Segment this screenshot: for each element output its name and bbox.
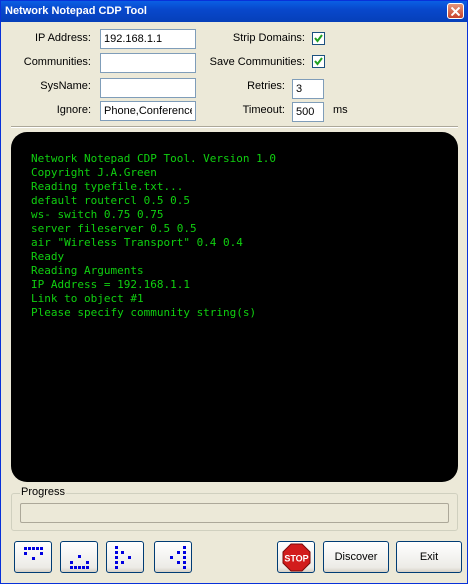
- checkmark-icon: [314, 57, 323, 66]
- close-icon: [451, 7, 460, 16]
- sysname-label: SysName:: [40, 80, 91, 92]
- timeout-input[interactable]: [292, 102, 324, 122]
- layout-right-button[interactable]: [154, 541, 192, 573]
- console-line: Reading typefile.txt...: [31, 180, 184, 193]
- ignore-input[interactable]: [100, 101, 196, 121]
- timeout-unit: ms: [333, 104, 348, 116]
- sysname-input[interactable]: [100, 78, 196, 98]
- divider: [11, 126, 458, 128]
- communities-input[interactable]: [100, 53, 196, 73]
- title-bar: Network Notepad CDP Tool: [1, 1, 467, 22]
- console-line: Please specify community string(s): [31, 306, 257, 319]
- save-communities-label: Save Communities:: [209, 56, 305, 68]
- layout-top-icon: [24, 547, 43, 560]
- retries-input[interactable]: [292, 79, 324, 99]
- ip-address-label: IP Address:: [34, 32, 91, 44]
- console-line: ws- switch 0.75 0.75: [31, 208, 164, 221]
- layout-right-icon: [170, 546, 186, 569]
- stop-sign-icon: STOP: [282, 543, 311, 572]
- console-line: server fileserver 0.5 0.5: [31, 222, 197, 235]
- window-title: Network Notepad CDP Tool: [5, 5, 147, 17]
- close-button[interactable]: [447, 3, 464, 19]
- console-line: Ready: [31, 250, 65, 263]
- stop-button[interactable]: STOP: [277, 541, 315, 573]
- progress-group: Progress: [11, 486, 458, 531]
- layout-top-button[interactable]: [14, 541, 52, 573]
- retries-label: Retries:: [247, 80, 285, 92]
- checkmark-icon: [314, 34, 323, 43]
- console-line: Reading Arguments: [31, 264, 144, 277]
- save-communities-checkbox[interactable]: [312, 55, 325, 68]
- console-line: IP Address = 192.168.1.1: [31, 278, 190, 291]
- timeout-label: Timeout:: [242, 104, 285, 116]
- console-line: Link to object #1: [31, 292, 144, 305]
- communities-label: Communities:: [23, 56, 91, 68]
- stop-label: STOP: [284, 554, 308, 564]
- strip-domains-label: Strip Domains:: [232, 32, 305, 44]
- ip-address-input[interactable]: [100, 29, 196, 49]
- ignore-label: Ignore:: [56, 104, 91, 116]
- progress-bar: [20, 503, 449, 523]
- strip-domains-checkbox[interactable]: [312, 32, 325, 45]
- console-line: Network Notepad CDP Tool. Version 1.0: [31, 152, 277, 165]
- console-line: air "Wireless Transport" 0.4 0.4: [31, 236, 243, 249]
- console-line: default routercl 0.5 0.5: [31, 194, 190, 207]
- layout-bottom-button[interactable]: [60, 541, 98, 573]
- cdp-tool-window: Network Notepad CDP Tool IP Address: Com…: [0, 0, 468, 584]
- exit-button[interactable]: Exit: [396, 541, 462, 573]
- layout-left-button[interactable]: [106, 541, 144, 573]
- progress-label: Progress: [20, 486, 67, 498]
- console-output[interactable]: Network Notepad CDP Tool. Version 1.0 Co…: [11, 132, 458, 482]
- layout-left-icon: [115, 546, 131, 569]
- console-line: Copyright J.A.Green: [31, 166, 157, 179]
- layout-bottom-icon: [70, 555, 89, 569]
- discover-button[interactable]: Discover: [323, 541, 389, 573]
